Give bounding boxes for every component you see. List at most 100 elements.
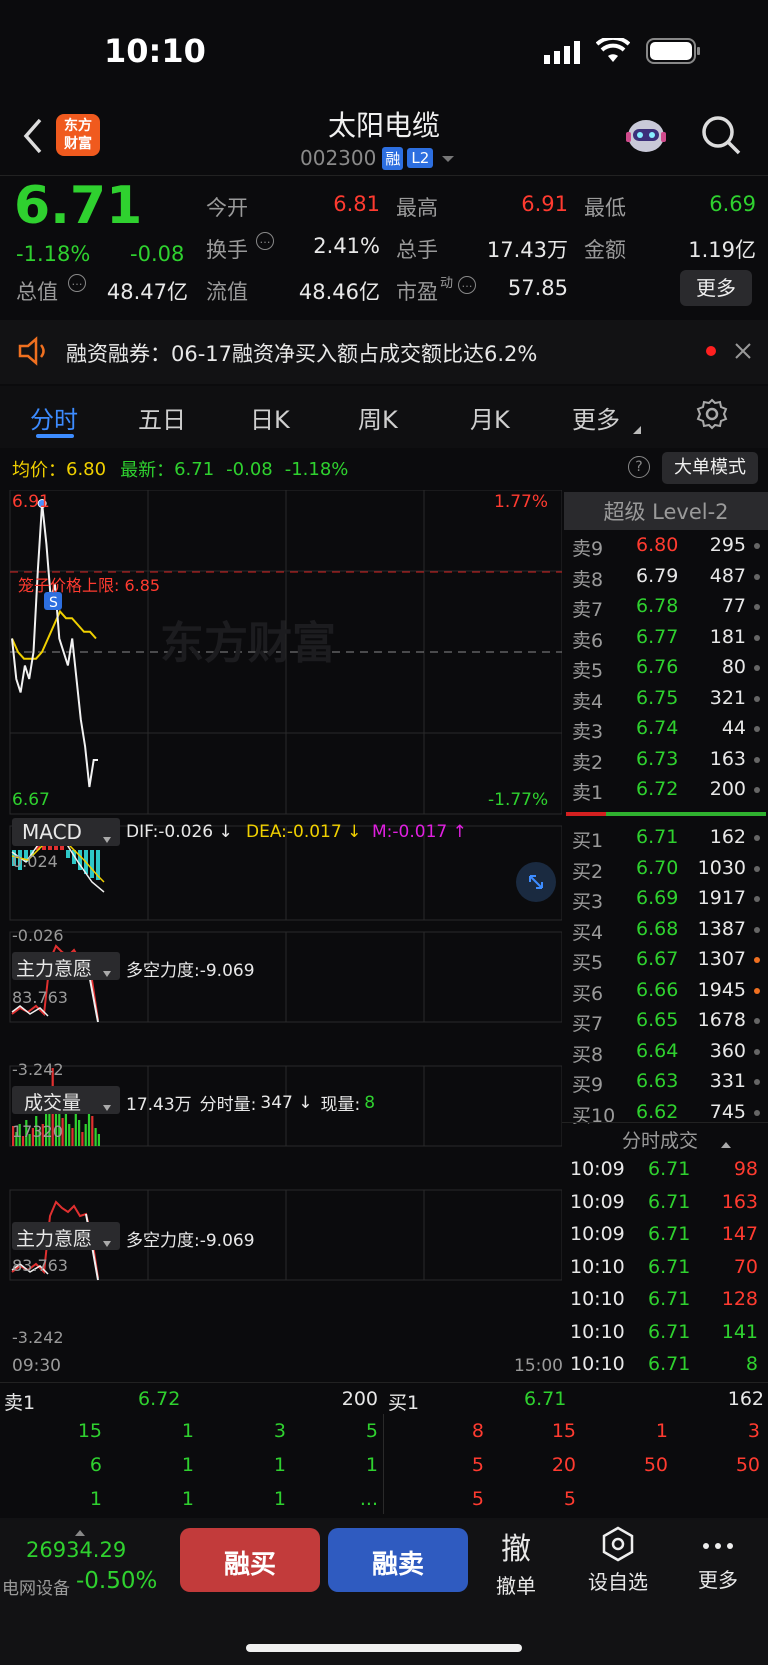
ind1-top: 83.763	[12, 988, 68, 1007]
tab-daily[interactable]: 日K	[250, 400, 290, 435]
bid-qty: 1030	[697, 856, 746, 879]
trade-volume: 147	[721, 1223, 758, 1245]
margin-badge: 融	[382, 146, 404, 170]
bid-dot	[754, 926, 760, 933]
ask-price[interactable]: 6.75	[636, 687, 678, 709]
bid-price[interactable]: 6.67	[636, 948, 678, 970]
amount-label: 金额	[584, 238, 626, 262]
index-value[interactable]: 26934.29	[26, 1538, 126, 1562]
vol-seg-label: 分时量:	[199, 1095, 257, 1115]
bid-qty: 745	[709, 1100, 746, 1123]
volume-bar	[71, 1128, 74, 1146]
bid-label: 买4	[572, 921, 604, 944]
help-icon[interactable]: ?	[628, 456, 650, 478]
expand-icon[interactable]	[516, 862, 556, 902]
trade-volume: 98	[733, 1158, 758, 1180]
caret-down-icon	[102, 963, 112, 982]
last-label: 最新：	[120, 460, 175, 481]
bid-price[interactable]: 6.66	[636, 979, 678, 1001]
volume-label: 成交量	[24, 1092, 82, 1114]
xtick-end: 15:00	[514, 1356, 563, 1376]
info-icon[interactable]: …	[458, 276, 476, 294]
bid-price[interactable]: 6.71	[636, 826, 678, 848]
ask-price[interactable]: 6.76	[636, 656, 678, 678]
ask-price[interactable]: 6.74	[636, 717, 678, 739]
more-button[interactable]: 更多	[682, 1534, 754, 1593]
ask-price[interactable]: 6.77	[636, 626, 678, 648]
queue-ask-cell: 1	[181, 1488, 194, 1510]
trades-title: 分时成交	[622, 1130, 699, 1152]
close-icon[interactable]	[734, 342, 752, 364]
ind2-bottom: -3.242	[12, 1328, 64, 1347]
ask-price[interactable]: 6.79	[636, 565, 678, 587]
ask-dot	[754, 634, 760, 641]
volume-bar	[78, 1120, 81, 1146]
ask-price[interactable]: 6.78	[636, 595, 678, 617]
bid-dot	[754, 865, 760, 872]
bid-price[interactable]: 6.62	[636, 1101, 678, 1123]
bid-price[interactable]: 6.63	[636, 1070, 678, 1092]
sector-name[interactable]: 电网设备	[2, 1574, 70, 1599]
bid-dot	[754, 987, 760, 994]
tab-intraday[interactable]: 分时	[30, 400, 78, 435]
xtick-start: 09:30	[12, 1356, 61, 1376]
tab-5day[interactable]: 五日	[138, 400, 186, 435]
chevron-down-icon[interactable]	[441, 149, 455, 168]
add-watchlist-button[interactable]: 设自选	[578, 1526, 658, 1595]
caret-up-icon[interactable]	[720, 1134, 732, 1153]
info-icon[interactable]: …	[68, 274, 86, 292]
search-icon[interactable]	[700, 114, 742, 160]
trade-price: 6.71	[648, 1288, 691, 1310]
speaker-icon	[16, 336, 50, 370]
ask-qty: 295	[709, 534, 746, 556]
more-quote-button[interactable]: 更多	[680, 270, 752, 306]
macd-top: 0.024	[12, 852, 58, 871]
tab-monthly[interactable]: 月K	[470, 400, 510, 435]
bid-price[interactable]: 6.70	[636, 857, 678, 879]
trade-time: 10:10	[570, 1320, 625, 1343]
cancel-order-button[interactable]: 撤 撤单	[480, 1524, 552, 1599]
ask-label: 卖3	[572, 721, 604, 743]
bid-dot	[754, 957, 760, 963]
more-dots-icon	[682, 1534, 754, 1562]
settings-icon[interactable]	[696, 398, 728, 434]
ask-price[interactable]: 6.80	[636, 534, 678, 556]
tab-weekly[interactable]: 周K	[358, 400, 398, 435]
queue-bid-cell: 5	[563, 1488, 576, 1510]
queue-ask-cell: 1	[181, 1420, 194, 1442]
change-percent: -1.18%	[16, 242, 91, 266]
ind2-label: 主力意愿	[16, 1228, 93, 1250]
bid-qty: 1917	[697, 887, 746, 909]
current-price: 6.71	[14, 176, 143, 236]
mktcap-value: 48.47亿	[106, 280, 188, 304]
ask-price[interactable]: 6.73	[636, 748, 678, 770]
ask-price[interactable]: 6.72	[636, 778, 678, 800]
margin-buy-label: 融买	[223, 1550, 276, 1580]
pe-value: 57.85	[507, 276, 568, 300]
bid-price[interactable]: 6.68	[636, 918, 678, 940]
bid-label: 买10	[572, 1104, 616, 1127]
queue-bid-cell: 5	[471, 1488, 484, 1510]
float-value: 48.46亿	[298, 280, 380, 304]
bid-price[interactable]: 6.64	[636, 1040, 678, 1062]
tab-indicator	[36, 434, 74, 438]
stock-code: 002300	[300, 146, 377, 170]
tab-more[interactable]: 更多	[572, 400, 620, 435]
ask-dot	[754, 787, 760, 793]
watermark: 东方财富	[160, 618, 336, 669]
trade-price: 6.71	[648, 1158, 691, 1180]
ask-dot	[754, 543, 760, 549]
ask-dot	[754, 573, 760, 580]
trade-time: 10:10	[570, 1255, 625, 1278]
pe-sup: 动	[440, 276, 454, 291]
bid-price[interactable]: 6.69	[636, 887, 678, 909]
trade-price: 6.71	[648, 1255, 691, 1278]
robot-icon[interactable]	[624, 114, 668, 162]
ask-qty: 321	[709, 686, 746, 709]
info-icon[interactable]: …	[256, 232, 274, 250]
bid-price[interactable]: 6.65	[636, 1009, 678, 1031]
bid-qty: 1678	[697, 1009, 746, 1031]
big-order-mode-button[interactable]: 大单模式	[662, 452, 758, 484]
sector-pct: -0.50%	[76, 1568, 158, 1594]
queue-ask-qty: 200	[341, 1388, 378, 1410]
